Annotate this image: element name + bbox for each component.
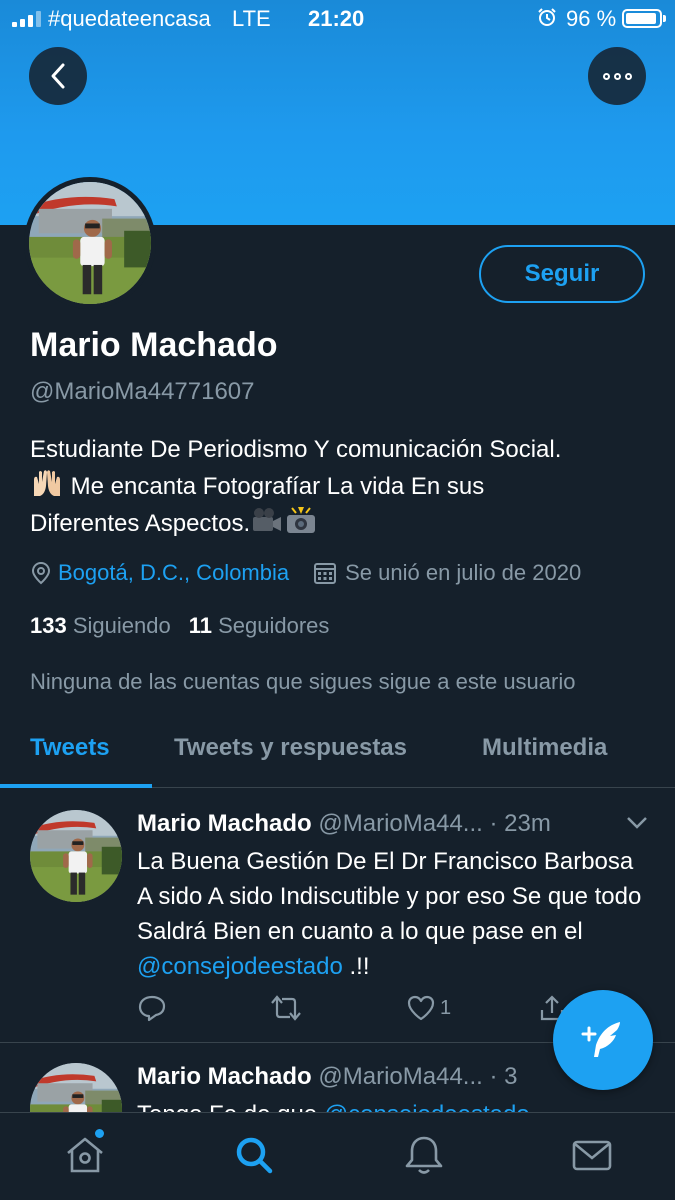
tweet-mention-link[interactable]: @consejodeestado xyxy=(137,953,343,980)
compose-tweet-icon xyxy=(581,1022,620,1057)
followed-by-note: Ninguna de las cuentas que sigues sigue … xyxy=(30,669,576,694)
tweet-text: Tengo Fe de que @consejodeestado xyxy=(137,1097,647,1112)
bio-line-text: Me encanta Fotografíar La vida En sus xyxy=(64,473,485,500)
tweet-avatar[interactable] xyxy=(30,1063,122,1112)
profile-joined-date: Se unió en julio de 2020 xyxy=(345,560,582,585)
profile-tabs: Tweets Tweets y respuestas Multimedia xyxy=(0,720,675,788)
tweet-actions: 1 xyxy=(137,994,577,1026)
tweet-author-name[interactable]: Mario Machado xyxy=(137,1063,312,1090)
chevron-left-icon xyxy=(51,63,65,89)
tweet-avatar[interactable] xyxy=(30,810,122,902)
back-button[interactable] xyxy=(29,47,87,105)
movie-camera-emoji-icon xyxy=(253,508,282,531)
tweet-mention-link[interactable]: @consejodeestado xyxy=(324,1101,530,1112)
profile-avatar[interactable] xyxy=(24,177,156,309)
more-options-button[interactable] xyxy=(588,47,646,105)
tab-media[interactable]: Multimedia xyxy=(482,734,607,762)
retweet-icon xyxy=(271,995,301,1021)
tweet-text-content: La Buena Gestión De El Dr Francisco Barb… xyxy=(137,848,642,945)
battery-icon xyxy=(622,9,666,28)
like-button[interactable]: 1 xyxy=(406,994,451,1022)
mail-icon xyxy=(572,1140,612,1171)
tweet-header: Mario Machado @MarioMa44... · 23m xyxy=(137,810,551,838)
active-tab-indicator xyxy=(0,784,152,788)
following-link[interactable]: 133 Siguiendo xyxy=(30,613,171,638)
avatar-photo xyxy=(29,182,151,304)
followers-link[interactable]: 11 Seguidores xyxy=(189,613,330,638)
avatar-photo xyxy=(30,1063,122,1112)
tweet-text-content: Tengo Fe de que xyxy=(137,1101,324,1112)
compose-tweet-button[interactable] xyxy=(553,990,653,1090)
profile-handle: @MarioMa44771607 xyxy=(30,378,255,405)
following-label: Siguiendo xyxy=(72,613,171,638)
chevron-down-icon[interactable] xyxy=(626,816,648,830)
retweet-button[interactable] xyxy=(270,994,302,1022)
tweet-author-name[interactable]: Mario Machado xyxy=(137,810,312,837)
alarm-icon xyxy=(538,8,556,26)
followers-count: 11 xyxy=(188,613,212,638)
tweet-author-handle: @MarioMa44... xyxy=(318,810,483,837)
profile-counts: 133 Siguiendo 11 Seguidores xyxy=(30,613,329,639)
signal-icon xyxy=(12,11,41,27)
nav-messages[interactable] xyxy=(570,1133,614,1177)
profile-bio: Estudiante De Periodismo Y comunicación … xyxy=(30,432,650,542)
battery-percent: 96 % xyxy=(566,6,617,31)
avatar-photo xyxy=(30,810,122,902)
profile-location[interactable]: Bogotá, D.C., Colombia xyxy=(58,560,289,586)
tab-tweets[interactable]: Tweets xyxy=(30,734,110,762)
followers-label: Seguidores xyxy=(218,613,330,638)
reply-button[interactable] xyxy=(137,994,167,1022)
bottom-navigation xyxy=(0,1112,675,1200)
location-pin-icon xyxy=(31,561,51,585)
tweet-author-handle: @MarioMa44... xyxy=(318,1063,483,1090)
follow-button[interactable]: Seguir xyxy=(479,245,645,303)
nav-home[interactable] xyxy=(63,1129,107,1177)
raised-hands-emoji-icon xyxy=(34,470,60,496)
status-bar: #quedateencasa LTE 21:20 96 % xyxy=(0,0,675,40)
tweet-time: · 23m xyxy=(489,810,551,837)
profile-name: Mario Machado xyxy=(30,326,278,364)
tab-tweets-and-replies[interactable]: Tweets y respuestas xyxy=(174,734,407,762)
carrier-label: #quedateencasa xyxy=(48,6,211,31)
tweet-text: La Buena Gestión De El Dr Francisco Barb… xyxy=(137,844,647,984)
tweet-time: · 3 xyxy=(489,1063,518,1090)
like-count: 1 xyxy=(440,996,452,1019)
bio-line: Me encanta Fotografíar La vida En sus xyxy=(30,468,650,505)
bell-icon xyxy=(405,1136,443,1174)
heart-icon xyxy=(407,995,435,1021)
search-icon xyxy=(236,1137,273,1174)
camera-flash-emoji-icon xyxy=(287,507,316,533)
following-count: 133 xyxy=(30,613,67,638)
reply-icon xyxy=(138,995,166,1022)
more-dots-icon xyxy=(602,72,632,80)
tweet-header: Mario Machado @MarioMa44... · 3 xyxy=(137,1063,517,1091)
notification-dot xyxy=(95,1129,104,1138)
network-label: LTE xyxy=(232,6,271,31)
profile-meta: Bogotá, D.C., Colombia Se unió en julio … xyxy=(30,560,581,586)
bio-line: Diferentes Aspectos. xyxy=(30,505,650,542)
bio-line: Estudiante De Periodismo Y comunicación … xyxy=(30,436,562,463)
home-icon xyxy=(67,1137,103,1173)
nav-notifications[interactable] xyxy=(402,1133,446,1177)
tweet-text-end: .!! xyxy=(342,953,370,980)
clock: 21:20 xyxy=(308,6,365,31)
calendar-icon xyxy=(314,563,337,584)
nav-search[interactable] xyxy=(232,1133,276,1177)
bio-line-text: Diferentes Aspectos. xyxy=(30,510,251,537)
